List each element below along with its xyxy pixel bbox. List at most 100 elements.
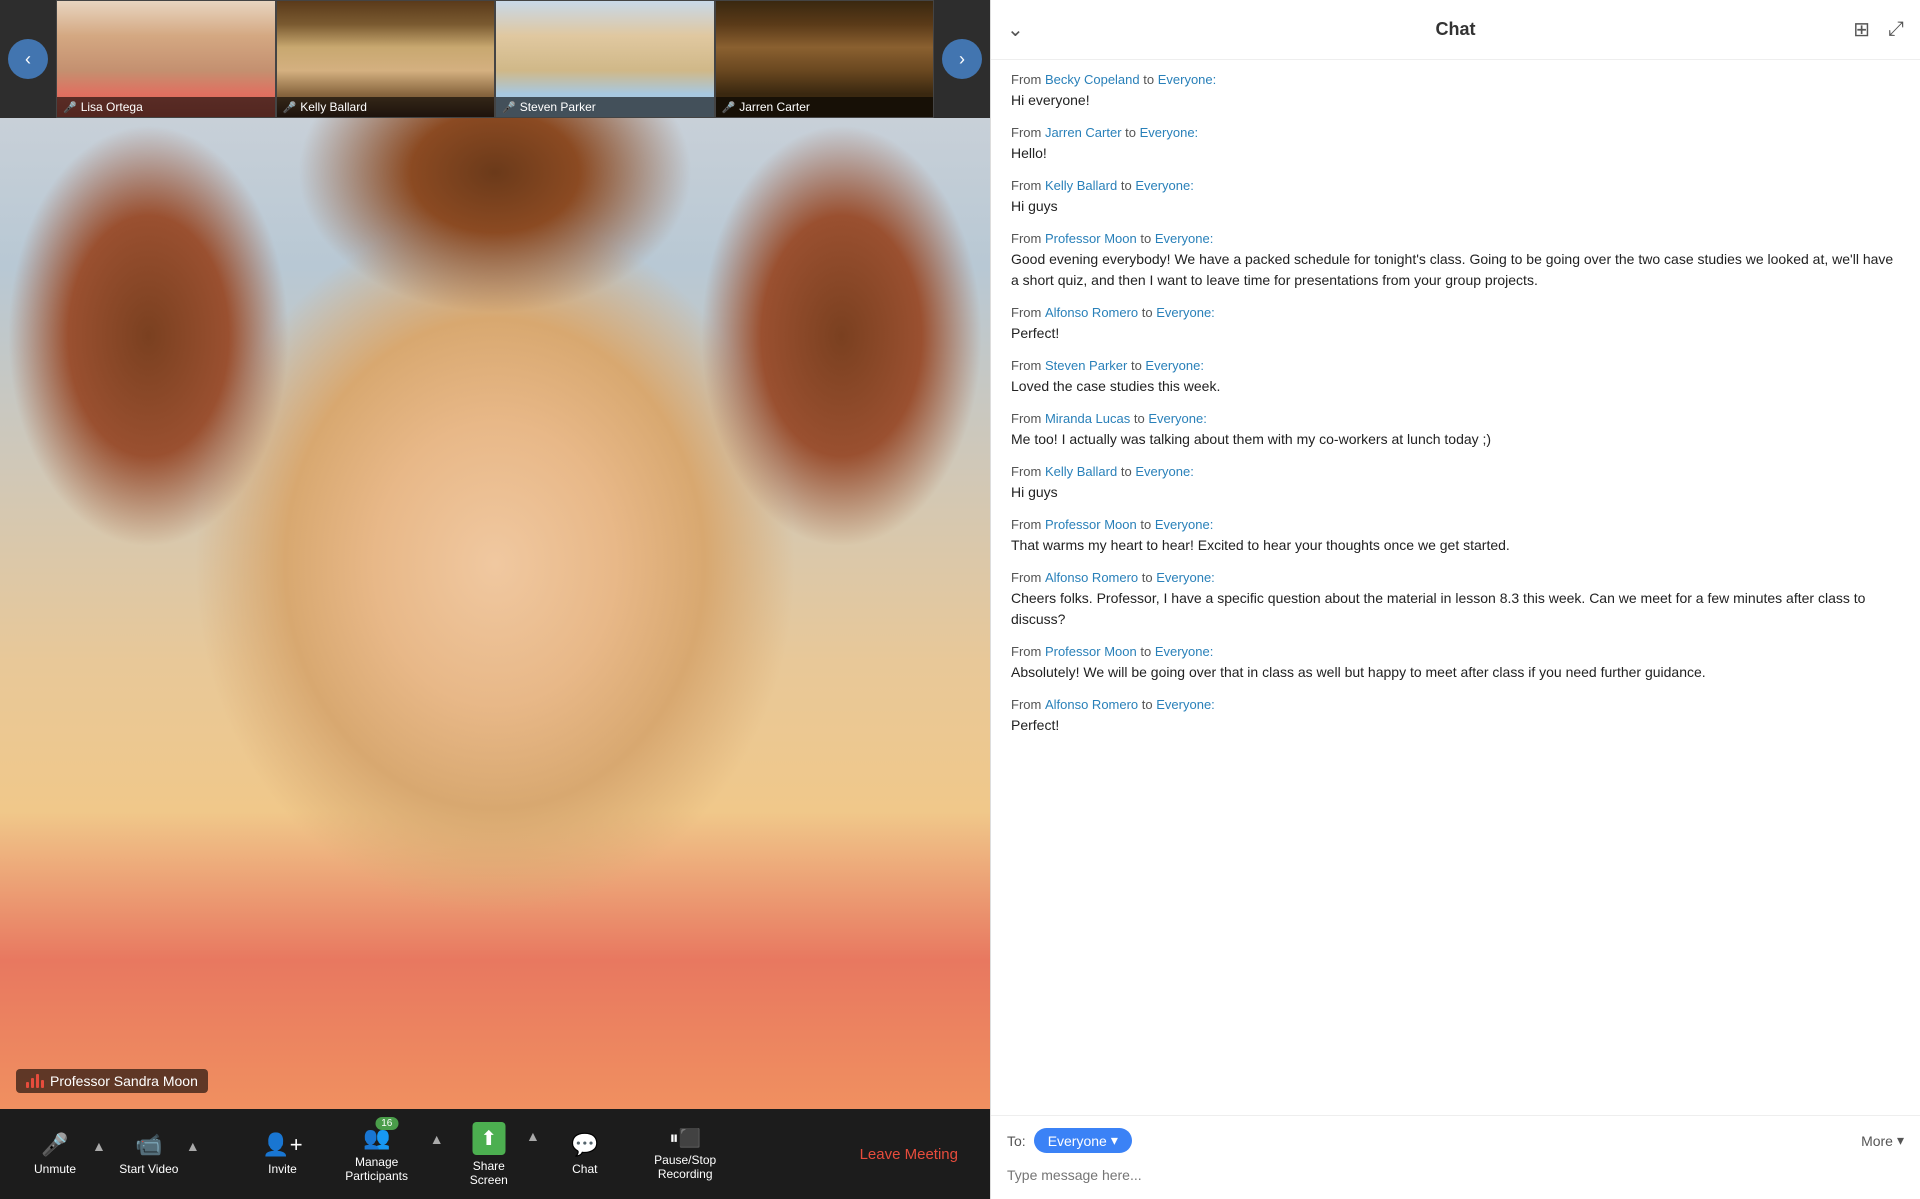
to-label: To: (1007, 1133, 1026, 1149)
thumbnail-kelly: 🎤 Kelly Ballard (276, 0, 496, 118)
share-screen-label: Share Screen (458, 1159, 520, 1187)
chat-message: From Kelly Ballard to Everyone: Hi guys (1011, 464, 1900, 503)
main-video-feed: Professor Sandra Moon (0, 118, 990, 1109)
more-label-text: More (1861, 1133, 1893, 1149)
message-sender: Professor Moon (1045, 644, 1137, 659)
bar2 (31, 1078, 34, 1088)
invite-button[interactable]: 👤+ Invite (248, 1124, 318, 1184)
unmute-group: 🎤 Unmute ▲ (20, 1124, 108, 1184)
mic-off-icon-jarren: 🎤 (722, 101, 736, 114)
message-body: Hi everyone! (1011, 90, 1900, 111)
chat-label: Chat (572, 1162, 597, 1176)
mic-off-icon-kelly: 🎤 (283, 101, 297, 114)
recipient-label: Everyone (1048, 1133, 1107, 1149)
message-header: From Alfonso Romero to Everyone: (1011, 570, 1900, 585)
unmute-chevron-button[interactable]: ▲ (90, 1138, 108, 1154)
message-sender: Steven Parker (1045, 358, 1127, 373)
video-chevron-button[interactable]: ▲ (184, 1138, 202, 1154)
leave-meeting-button[interactable]: Leave Meeting (848, 1138, 970, 1171)
thumbnail-label-lisa: 🎤 Lisa Ortega (57, 97, 275, 117)
message-recipient: Everyone: (1155, 644, 1214, 659)
message-header: From Alfonso Romero to Everyone: (1011, 697, 1900, 712)
message-header: From Professor Moon to Everyone: (1011, 517, 1900, 532)
chat-message: From Alfonso Romero to Everyone: Perfect… (1011, 697, 1900, 736)
chat-footer: To: Everyone ▾ More ▾ (991, 1115, 1920, 1199)
message-recipient: Everyone: (1156, 305, 1215, 320)
message-body: Hello! (1011, 143, 1900, 164)
chat-expand-button[interactable]: ⤢ (1888, 18, 1904, 41)
message-sender: Alfonso Romero (1045, 305, 1138, 320)
message-recipient: Everyone: (1135, 178, 1194, 193)
more-chevron: ▾ (1897, 1132, 1904, 1149)
unmute-label: Unmute (34, 1162, 76, 1176)
chat-grid-button[interactable]: ⊞ (1853, 17, 1870, 42)
thumbnail-list: 🎤 Lisa Ortega 🎤 Kelly Ballard 🎤 Steven P… (56, 0, 934, 118)
message-sender: Becky Copeland (1045, 72, 1140, 87)
message-body: Hi guys (1011, 196, 1900, 217)
start-video-label: Start Video (119, 1162, 178, 1176)
recipient-pill[interactable]: Everyone ▾ (1034, 1128, 1132, 1153)
chat-message: From Jarren Carter to Everyone: Hello! (1011, 125, 1900, 164)
chat-message: From Professor Moon to Everyone: Absolut… (1011, 644, 1900, 683)
chat-message: From Alfonso Romero to Everyone: Cheers … (1011, 570, 1900, 630)
message-body: Loved the case studies this week. (1011, 376, 1900, 397)
bar4 (41, 1080, 44, 1088)
thumbnail-name-steven: Steven Parker (520, 100, 596, 114)
chat-title: Chat (1011, 19, 1900, 40)
message-body: Good evening everybody! We have a packed… (1011, 249, 1900, 291)
thumbnail-name-lisa: Lisa Ortega (81, 100, 143, 114)
message-body: Hi guys (1011, 482, 1900, 503)
manage-participants-label: Manage Participants (330, 1155, 424, 1183)
message-header: From Alfonso Romero to Everyone: (1011, 305, 1900, 320)
start-video-group: 📹 Start Video ▲ (114, 1124, 202, 1184)
unmute-button[interactable]: 🎤 Unmute (20, 1124, 90, 1184)
message-sender: Jarren Carter (1045, 125, 1122, 140)
speaker-label: Professor Sandra Moon (16, 1069, 208, 1093)
chat-message: From Miranda Lucas to Everyone: Me too! … (1011, 411, 1900, 450)
bar1 (26, 1082, 29, 1088)
to-row: To: Everyone ▾ More ▾ (1007, 1128, 1904, 1153)
message-body: Perfect! (1011, 323, 1900, 344)
participants-icon: 👥 16 (363, 1125, 390, 1151)
more-button[interactable]: More ▾ (1861, 1132, 1904, 1149)
participants-badge: 16 (375, 1117, 398, 1130)
chat-button[interactable]: 💬 Chat (550, 1124, 620, 1184)
next-thumbnail-button[interactable]: › (942, 39, 982, 79)
message-header: From Professor Moon to Everyone: (1011, 644, 1900, 659)
message-sender: Kelly Ballard (1045, 464, 1117, 479)
thumbnail-steven: 🎤 Steven Parker (495, 0, 715, 118)
chat-messages: From Becky Copeland to Everyone: Hi ever… (991, 60, 1920, 1115)
message-header: From Steven Parker to Everyone: (1011, 358, 1900, 373)
invite-label: Invite (268, 1162, 297, 1176)
chat-message: From Professor Moon to Everyone: Good ev… (1011, 231, 1900, 291)
manage-participants-button[interactable]: 👥 16 Manage Participants (326, 1117, 428, 1191)
recipient-chevron: ▾ (1111, 1132, 1118, 1149)
toolbar: 🎤 Unmute ▲ 📹 Start Video ▲ 👤+ Invite (0, 1109, 990, 1199)
message-sender: Kelly Ballard (1045, 178, 1117, 193)
thumbnail-label-kelly: 🎤 Kelly Ballard (277, 97, 495, 117)
share-screen-button[interactable]: ⬆ Share Screen (454, 1114, 524, 1195)
chat-header: ⌄ Chat ⊞ ⤢ (991, 0, 1920, 60)
thumbnail-name-kelly: Kelly Ballard (300, 100, 367, 114)
message-header: From Jarren Carter to Everyone: (1011, 125, 1900, 140)
prev-thumbnail-button[interactable]: ‹ (8, 39, 48, 79)
recording-button[interactable]: ⏸⬛ Pause/Stop Recording (628, 1120, 743, 1189)
thumbnail-strip: ‹ 🎤 Lisa Ortega 🎤 Kelly Ballard � (0, 0, 990, 118)
participants-chevron-button[interactable]: ▲ (428, 1131, 446, 1147)
message-header: From Miranda Lucas to Everyone: (1011, 411, 1900, 426)
message-header: From Becky Copeland to Everyone: (1011, 72, 1900, 87)
message-input[interactable] (1007, 1163, 1904, 1187)
message-recipient: Everyone: (1155, 231, 1214, 246)
share-screen-icon-box: ⬆ (472, 1122, 505, 1155)
message-recipient: Everyone: (1140, 125, 1199, 140)
message-recipient: Everyone: (1148, 411, 1207, 426)
chat-message: From Becky Copeland to Everyone: Hi ever… (1011, 72, 1900, 111)
chat-collapse-button[interactable]: ⌄ (1007, 17, 1024, 42)
recording-icon: ⏸⬛ (669, 1128, 700, 1149)
chat-message: From Professor Moon to Everyone: That wa… (1011, 517, 1900, 556)
speaker-name: Professor Sandra Moon (50, 1073, 198, 1089)
message-recipient: Everyone: (1156, 570, 1215, 585)
share-screen-chevron-button[interactable]: ▲ (524, 1128, 542, 1144)
invite-icon: 👤+ (262, 1132, 302, 1158)
start-video-button[interactable]: 📹 Start Video (114, 1124, 184, 1184)
